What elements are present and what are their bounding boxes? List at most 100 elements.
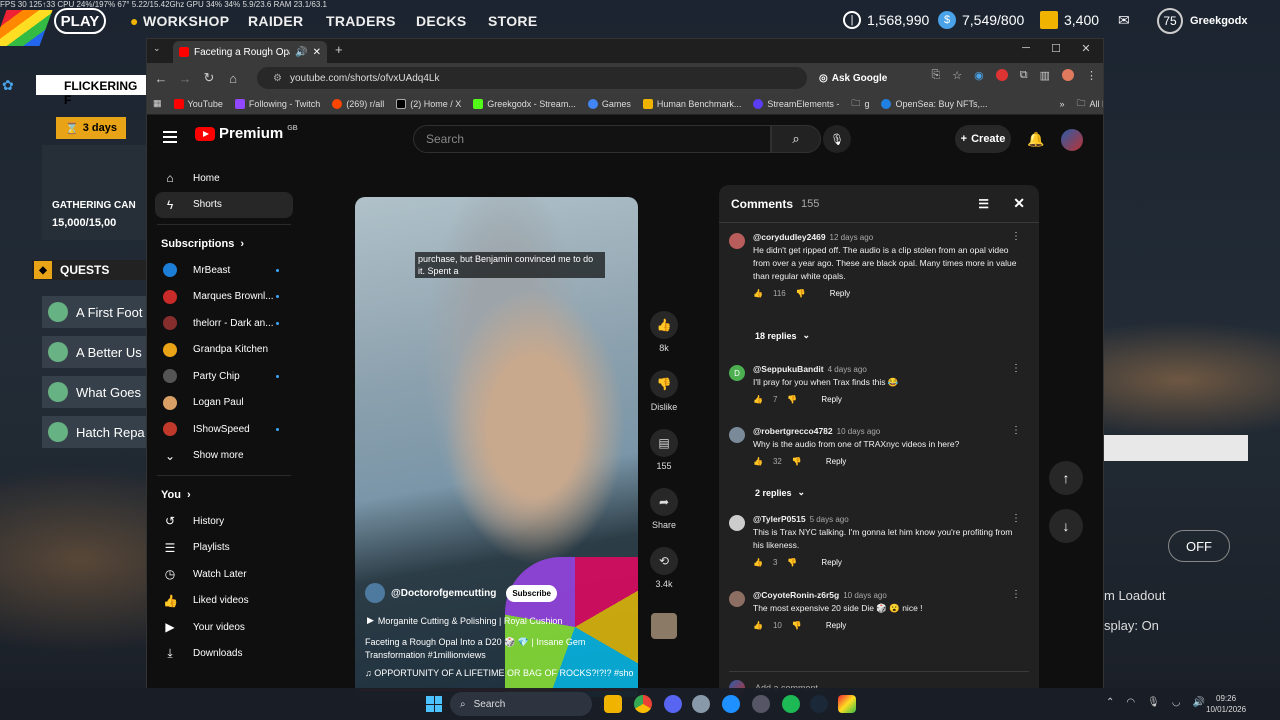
replies-toggle[interactable]: 18 replies ⌄ <box>755 330 810 341</box>
nav-traders[interactable]: TRADERS <box>326 13 396 29</box>
create-button[interactable]: + Create <box>955 125 1011 153</box>
sidebar-item-history[interactable]: ↺ History <box>147 508 301 535</box>
sidebar-subscription[interactable]: thelorr - Dark an... <box>147 310 301 337</box>
replies-toggle[interactable]: 2 replies ⌄ <box>755 487 805 498</box>
bookmarks-overflow-icon[interactable]: » <box>1060 99 1065 109</box>
app-icon[interactable] <box>752 695 770 713</box>
game-icon[interactable] <box>838 695 856 713</box>
maximize-icon[interactable]: ☐ <box>1041 42 1071 55</box>
channel-name[interactable]: @Doctorofgemcutting <box>391 588 496 599</box>
sound-thumbnail[interactable] <box>651 613 677 639</box>
comment-author[interactable]: @CoyoteRonin-z6r5g <box>753 590 839 600</box>
toggle-off[interactable]: OFF <box>1168 530 1230 562</box>
windows-start-icon[interactable] <box>426 696 442 712</box>
short-video-player[interactable]: purchase, but Benjamin convinced me to d… <box>355 197 638 701</box>
play-button[interactable]: PLAY <box>54 8 106 34</box>
reply-button[interactable]: Reply <box>821 393 841 406</box>
chrome-icon[interactable] <box>634 695 652 713</box>
tab-close-icon[interactable]: ✕ <box>313 47 321 58</box>
next-short-button[interactable]: ↓ <box>1049 509 1083 543</box>
sidebar-subscription[interactable]: IShowSpeed <box>147 416 301 443</box>
extension-icon[interactable] <box>995 69 1008 81</box>
all-bookmarks[interactable]: 🗀All Bookmarks <box>1077 96 1103 112</box>
subscriptions-heading[interactable]: Subscriptions › <box>147 231 301 257</box>
url-field[interactable]: ⚙ youtube.com/shorts/ofvxUAdq4Lk <box>257 67 807 89</box>
new-tab-icon[interactable]: + <box>335 42 343 57</box>
bookmark-reddit[interactable]: (269) r/all <box>332 98 384 109</box>
back-icon[interactable]: ← <box>149 71 173 86</box>
you-heading[interactable]: You › <box>147 482 301 508</box>
settings-icon[interactable] <box>692 695 710 713</box>
remix-action[interactable]: ⟲ 3.4k <box>647 547 681 589</box>
thumbs-down-icon[interactable]: 👎 <box>792 455 802 468</box>
commenter-avatar[interactable] <box>729 233 745 249</box>
sidebar-subscription[interactable]: Party Chip <box>147 363 301 390</box>
volume-icon[interactable]: 🔊 <box>1193 697 1205 708</box>
commenter-avatar[interactable]: D <box>729 365 745 381</box>
search-input[interactable]: Search <box>413 125 771 153</box>
thumbs-up-icon[interactable]: 👍 <box>753 619 763 632</box>
minimize-icon[interactable]: ─ <box>1011 42 1041 54</box>
comment-author[interactable]: @corydudley2469 <box>753 232 826 242</box>
comment-author[interactable]: @TylerP0515 <box>753 514 806 524</box>
puzzle-icon[interactable]: ⧉ <box>1020 69 1028 82</box>
ask-google-button[interactable]: ◎ Ask Google <box>819 67 889 89</box>
profile-avatar[interactable] <box>1062 69 1074 81</box>
thumbs-down-icon[interactable]: 👎 <box>796 287 806 300</box>
network-icon[interactable]: ◠ <box>1126 697 1135 708</box>
commenter-avatar[interactable] <box>729 427 745 443</box>
video-description[interactable]: Faceting a Rough Opal Into a D20 🎲 💎 | I… <box>365 636 635 662</box>
forward-icon[interactable]: → <box>173 71 197 86</box>
sidepanel-icon[interactable]: ▥ <box>1040 69 1050 82</box>
comment-menu-icon[interactable]: ⋮ <box>1011 589 1021 600</box>
star-icon[interactable]: ☆ <box>952 69 962 82</box>
bookmark-twitch[interactable]: Following - Twitch <box>234 98 320 109</box>
account-avatar[interactable] <box>1061 129 1083 151</box>
home-icon[interactable]: ⌂ <box>221 71 245 86</box>
share-action[interactable]: ➦ Share <box>647 488 681 530</box>
tab-list-icon[interactable]: ⌄ <box>153 43 161 54</box>
sidebar-item-downloads[interactable]: ⤓ Downloads <box>147 641 301 668</box>
reply-button[interactable]: Reply <box>826 619 846 632</box>
quest-item[interactable]: Hatch Repa <box>42 416 152 448</box>
bookmark-stream[interactable]: Greekgodx - Stream... <box>473 98 576 109</box>
reply-button[interactable]: Reply <box>826 455 846 468</box>
commenter-avatar[interactable] <box>729 515 745 531</box>
nav-decks[interactable]: DECKS <box>416 13 467 29</box>
speaker-icon[interactable]: 🔊 <box>295 47 307 58</box>
thumbs-down-icon[interactable]: 👎 <box>787 556 797 569</box>
hamburger-menu-icon[interactable] <box>163 131 177 143</box>
apps-icon[interactable]: ▦ <box>153 98 162 109</box>
clock[interactable]: 09:26 10/01/2026 <box>1206 693 1246 715</box>
bookmark-opensea[interactable]: OpenSea: Buy NFTs,... <box>881 98 988 109</box>
menu-dots-icon[interactable]: ⋮ <box>1086 69 1097 82</box>
youtube-logo[interactable]: Premium GB <box>195 125 298 142</box>
thumbs-up-icon[interactable]: 👍 <box>753 287 763 300</box>
spotify-icon[interactable] <box>782 695 800 713</box>
bookmark-benchmark[interactable]: Human Benchmark... <box>642 98 741 109</box>
sound-link[interactable]: ♫ OPPORTUNITY OF A LIFETIME OR BAG OF RO… <box>365 668 635 678</box>
channel-avatar[interactable] <box>365 583 385 603</box>
search-button[interactable]: ⌕ <box>771 125 821 153</box>
tab-active[interactable]: Faceting a Rough Opal Into 🔊 ✕ <box>173 41 327 63</box>
comment-menu-icon[interactable]: ⋮ <box>1011 513 1021 524</box>
nav-store[interactable]: STORE <box>488 13 537 29</box>
comment-menu-icon[interactable]: ⋮ <box>1011 425 1021 436</box>
window-close-icon[interactable]: ✕ <box>1071 42 1101 55</box>
voice-search-button[interactable]: 🎙 <box>823 125 851 153</box>
close-icon[interactable]: ✕ <box>1013 195 1025 212</box>
discord-icon[interactable] <box>664 695 682 713</box>
dislike-action[interactable]: 👎 Dislike <box>647 370 681 412</box>
music-link[interactable]: ▶ Morganite Cutting & Polishing | Royal C… <box>365 615 635 626</box>
quest-item[interactable]: A Better Us <box>42 336 152 368</box>
bookmark-streamelements[interactable]: StreamElements - <box>753 98 839 109</box>
thumbs-down-icon[interactable]: 👎 <box>787 393 797 406</box>
comment-menu-icon[interactable]: ⋮ <box>1011 231 1021 242</box>
comment-menu-icon[interactable]: ⋮ <box>1011 363 1021 374</box>
sidebar-subscription[interactable]: Marques Brownl... <box>147 284 301 311</box>
mic-icon[interactable]: 🎙 <box>1147 697 1160 708</box>
taskbar-search[interactable]: ⌕ Search <box>450 692 592 716</box>
thumbs-up-icon[interactable]: 👍 <box>753 556 763 569</box>
comments-action[interactable]: ▤ 155 <box>647 429 681 471</box>
previous-short-button[interactable]: ↑ <box>1049 461 1083 495</box>
